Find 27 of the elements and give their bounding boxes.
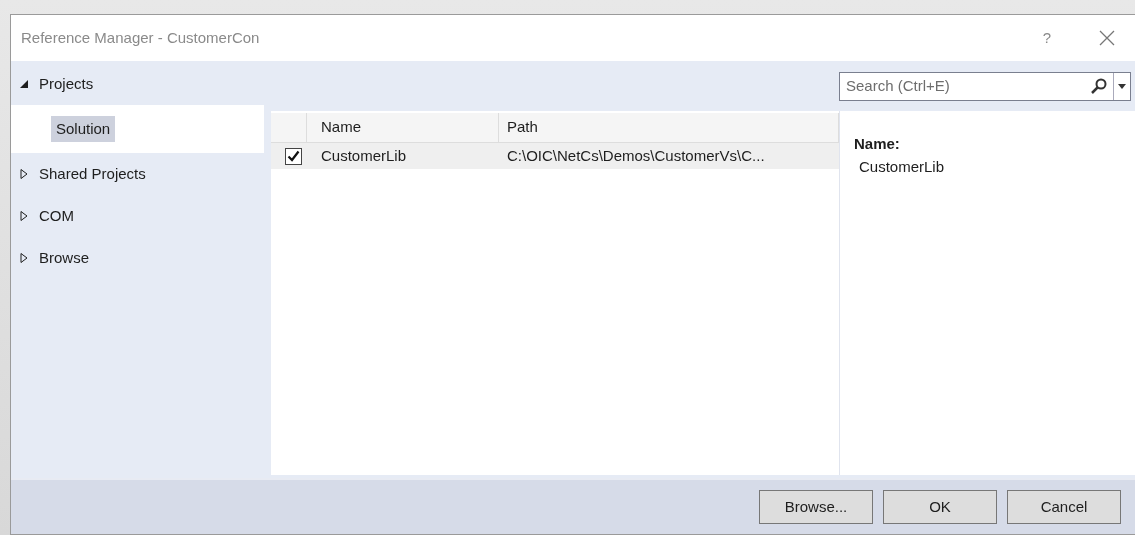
column-header[interactable]: Name (321, 116, 361, 139)
dialog-button[interactable]: OK (883, 490, 997, 524)
tree-item[interactable]: Projects (39, 70, 94, 98)
tree-item[interactable]: Browse (39, 244, 90, 272)
tree-item[interactable]: Solution (51, 115, 116, 143)
expand-arrow-icon[interactable] (19, 253, 29, 263)
expand-arrow-icon[interactable] (19, 169, 29, 179)
dialog-button[interactable]: Browse... (759, 490, 873, 524)
expand-arrow-icon[interactable] (19, 211, 29, 221)
help-button[interactable]: ? (1037, 26, 1057, 50)
table-row[interactable]: CustomerLib C:\OIC\NetCs\Demos\CustomerVs\C... (271, 143, 839, 169)
tree-item[interactable]: Shared Projects (39, 160, 146, 188)
search-field[interactable]: Search (Ctrl+E) (840, 74, 1089, 98)
detail-label: Name: (854, 134, 901, 154)
table-cell: CustomerLib (321, 146, 407, 164)
table-cell: C:\OIC\NetCs\Demos\CustomerVs\C... (507, 146, 765, 164)
detail-value: CustomerLib (858, 156, 946, 177)
collapse-arrow-icon[interactable] (19, 79, 29, 89)
search-box[interactable]: Search (Ctrl+E) (839, 71, 1131, 101)
window-title: Reference Manager - CustomerCon (21, 27, 261, 48)
dialog-button[interactable]: Cancel (1007, 490, 1121, 524)
caret-icon (1118, 83, 1126, 89)
close-icon[interactable] (1099, 30, 1115, 46)
tree-item[interactable]: COM (39, 202, 74, 230)
checkbox[interactable] (285, 147, 302, 165)
search-icon[interactable] (1089, 77, 1109, 95)
column-header[interactable]: Path (507, 116, 538, 139)
